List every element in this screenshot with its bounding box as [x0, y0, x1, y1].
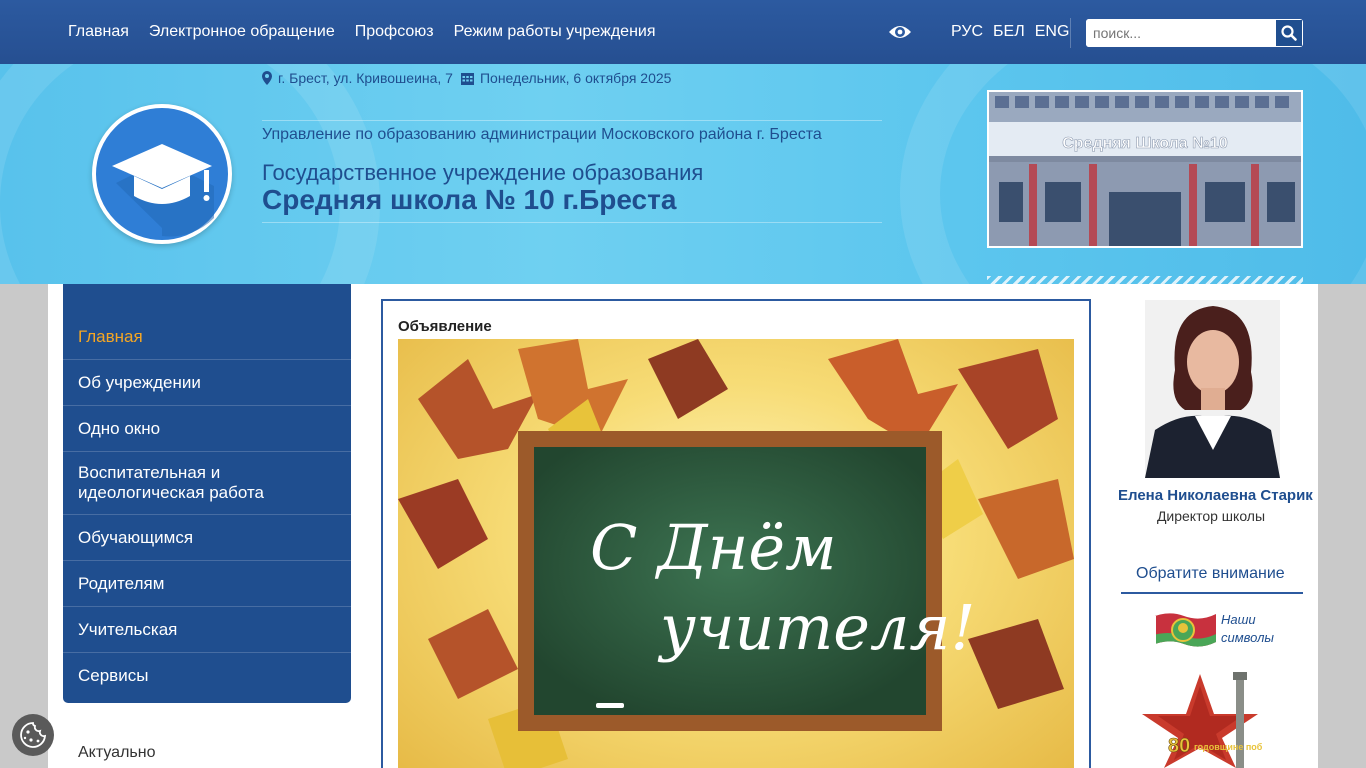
director-portrait	[1145, 300, 1280, 478]
search-button[interactable]	[1276, 20, 1302, 46]
address-line: г. Брест, ул. Кривошеина, 7 Понедельник,…	[262, 70, 671, 86]
building-illustration: Средняя Школа №10	[989, 92, 1301, 246]
site-header: г. Брест, ул. Кривошеина, 7 Понедельник,…	[0, 64, 1366, 284]
graduation-cap-icon	[112, 144, 214, 237]
announcement-panel: Объявление С Днём учителя!	[381, 299, 1091, 768]
divider	[262, 222, 882, 223]
announcement-title: Объявление	[398, 318, 492, 335]
low-vision-eye-icon[interactable]	[888, 22, 912, 42]
teachers-day-illustration: С Днём учителя!	[398, 339, 1074, 768]
sidebar-menu: Главная Об учреждении Одно окно Воспитат…	[63, 284, 351, 703]
attention-heading: Обратите внимание	[1121, 562, 1303, 594]
top-nav: Главная Электронное обращение Профсоюз Р…	[68, 0, 656, 64]
nav-link-working-hours[interactable]: Режим работы учреждения	[454, 23, 656, 41]
victory-text: годовщине победы	[1194, 742, 1262, 752]
sidebar-item-services[interactable]: Сервисы	[63, 653, 351, 699]
address-text: г. Брест, ул. Кривошеина, 7	[278, 70, 453, 86]
nav-link-trade-union[interactable]: Профсоюз	[355, 23, 434, 41]
top-nav-bar: Главная Электронное обращение Профсоюз Р…	[0, 0, 1366, 64]
national-symbols-link[interactable]: Наши символы	[1221, 611, 1274, 647]
symbols-text-line2: символы	[1221, 630, 1274, 645]
sidebar-item-upbringing[interactable]: Воспитательная и идеологическая работа	[63, 452, 351, 515]
sidebar-item-home[interactable]: Главная	[63, 314, 351, 360]
sidebar-item-one-window[interactable]: Одно окно	[63, 406, 351, 452]
director-name[interactable]: Елена Николаевна Старик	[1118, 487, 1313, 504]
sidebar-item-about[interactable]: Об учреждении	[63, 360, 351, 406]
decor-stripes	[987, 276, 1303, 284]
site-title[interactable]: Средняя школа № 10 г.Бреста	[262, 184, 676, 216]
organization-type: Государственное учреждение образования	[262, 160, 704, 185]
sidebar-item-parents[interactable]: Родителям	[63, 561, 351, 607]
banner-line2: учителя!	[657, 591, 975, 664]
building-sign: Средняя Школа №10	[1062, 135, 1228, 152]
current-date: Понедельник, 6 октября 2025	[479, 70, 672, 86]
nav-link-e-appeal[interactable]: Электронное обращение	[149, 23, 335, 41]
cookie-settings-button[interactable]	[12, 714, 54, 756]
search-input[interactable]	[1086, 19, 1276, 47]
lang-bel[interactable]: БЕЛ	[993, 23, 1025, 41]
map-pin-icon	[262, 71, 272, 85]
school-logo[interactable]	[92, 104, 232, 244]
sidebar-item-teachers-room[interactable]: Учительская	[63, 607, 351, 653]
section-heading-actual: Актуально	[78, 744, 156, 761]
search-box	[1086, 19, 1303, 47]
calendar-icon	[460, 73, 474, 85]
divider	[1070, 18, 1071, 48]
symbols-text-line1: Наши	[1221, 612, 1256, 627]
divider	[262, 120, 882, 121]
sidebar-item-students[interactable]: Обучающимся	[63, 515, 351, 561]
nav-link-home[interactable]: Главная	[68, 23, 129, 41]
cookie-icon	[20, 722, 47, 748]
lang-rus[interactable]: РУС	[951, 23, 983, 41]
teachers-day-banner[interactable]: С Днём учителя!	[398, 339, 1074, 768]
language-switcher: РУС БЕЛ ENG	[951, 0, 1069, 64]
parent-organization: Управление по образованию администрации …	[262, 126, 822, 143]
director-role: Директор школы	[1156, 508, 1266, 524]
school-building-photo: Средняя Школа №10	[987, 90, 1303, 248]
lang-eng[interactable]: ENG	[1035, 23, 1070, 41]
victory-number: 80	[1168, 735, 1190, 757]
director-photo[interactable]	[1145, 300, 1280, 478]
banner-line1: С Днём	[590, 511, 837, 584]
victory-80-years-emblem[interactable]: 80 годовщине победы	[1138, 672, 1262, 768]
search-icon	[1281, 25, 1297, 41]
